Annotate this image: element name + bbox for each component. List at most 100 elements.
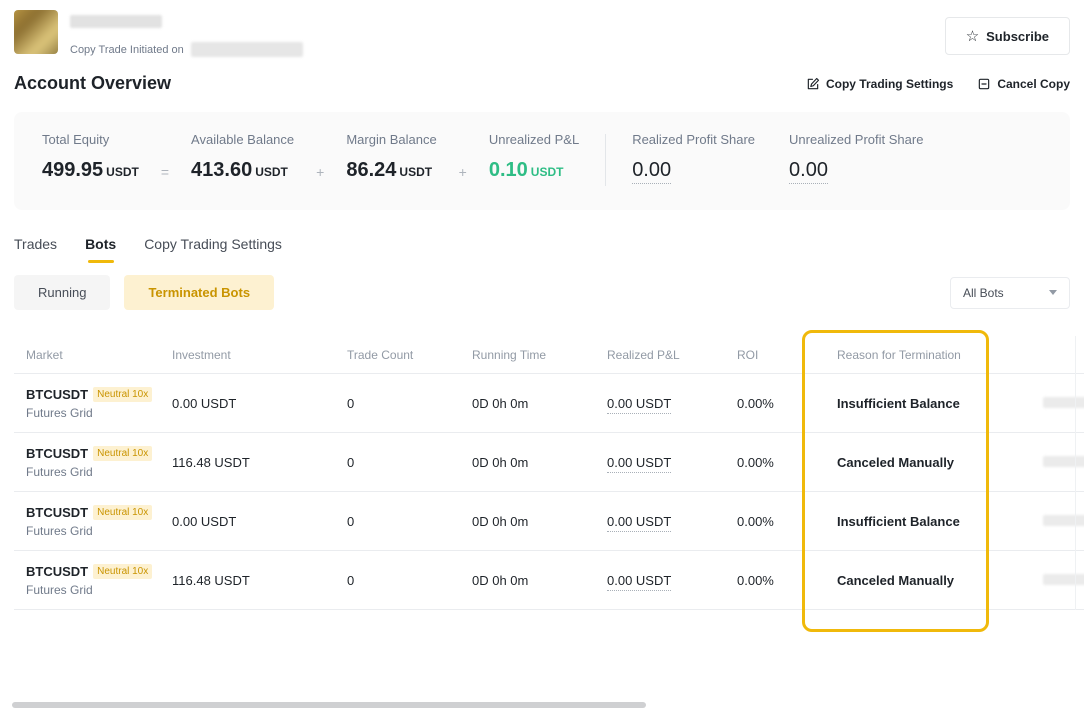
account-stats-panel: Total Equity 499.95USDT = Available Bala… xyxy=(14,112,1070,210)
leverage-badge: Neutral 10x xyxy=(93,505,152,520)
stat-label: Total Equity xyxy=(42,132,139,147)
stats-divider xyxy=(605,134,606,186)
action-cell xyxy=(1037,573,1084,588)
stat-label: Unrealized P&L xyxy=(489,132,579,147)
market-cell: BTCUSDTNeutral 10x Futures Grid xyxy=(26,387,172,420)
strategy-type: Futures Grid xyxy=(26,465,172,479)
trader-info: Copy Trade Initiated on xyxy=(14,10,303,57)
edit-icon xyxy=(806,77,820,91)
overview-actions: Copy Trading Settings Cancel Copy xyxy=(806,77,1070,91)
running-time-cell: 0D 0h 0m xyxy=(472,514,607,529)
trade-count-cell: 0 xyxy=(347,573,472,588)
stat-label: Realized Profit Share xyxy=(632,132,755,147)
copy-trade-initiated: Copy Trade Initiated on xyxy=(70,42,303,57)
stat-label: Margin Balance xyxy=(346,132,436,147)
trade-count-cell: 0 xyxy=(347,455,472,470)
termination-reason-cell: Canceled Manually xyxy=(837,573,1037,588)
action-redacted[interactable] xyxy=(1043,515,1084,526)
copy-trading-settings-link[interactable]: Copy Trading Settings xyxy=(806,77,953,91)
stat-unrealized-pnl: Unrealized P&L 0.10USDT xyxy=(489,132,579,182)
market-pair: BTCUSDT xyxy=(26,446,88,461)
trade-count-cell: 0 xyxy=(347,396,472,411)
star-icon: ☆ xyxy=(966,27,979,45)
running-time-cell: 0D 0h 0m xyxy=(472,396,607,411)
leverage-badge: Neutral 10x xyxy=(93,446,152,461)
action-cell xyxy=(1037,514,1084,529)
strategy-type: Futures Grid xyxy=(26,583,172,597)
table-row: BTCUSDTNeutral 10x Futures Grid 0.00 USD… xyxy=(14,374,1084,433)
plus-operator: + xyxy=(459,164,467,180)
running-time-cell: 0D 0h 0m xyxy=(472,455,607,470)
copy-trading-page: Copy Trade Initiated on ☆ Subscribe Acco… xyxy=(0,0,1084,726)
subscribe-label: Subscribe xyxy=(986,29,1049,44)
col-header-market: Market xyxy=(26,348,172,362)
stat-value: 499.95USDT xyxy=(42,159,139,182)
plus-operator: + xyxy=(316,164,324,180)
stat-value: 86.24USDT xyxy=(346,159,436,182)
market-pair: BTCUSDT xyxy=(26,387,88,402)
cancel-copy-link[interactable]: Cancel Copy xyxy=(977,77,1070,91)
market-cell: BTCUSDT Neutral 10x Futures Grid xyxy=(26,446,172,479)
unit-label: USDT xyxy=(106,165,139,179)
trade-count-cell: 0 xyxy=(347,514,472,529)
col-header-roi: ROI xyxy=(737,348,837,362)
table-row: BTCUSDT Neutral 10x Futures Grid 116.48 U… xyxy=(14,433,1084,492)
action-redacted[interactable] xyxy=(1043,574,1084,585)
trader-meta: Copy Trade Initiated on xyxy=(70,10,303,57)
unit-label: USDT xyxy=(531,165,564,179)
table-row: BTCUSDTNeutral 10x Futures Grid 116.48 U… xyxy=(14,551,1084,610)
running-time-cell: 0D 0h 0m xyxy=(472,573,607,588)
running-filter-button[interactable]: Running xyxy=(14,275,110,310)
investment-cell: 116.48 USDT xyxy=(172,573,347,588)
stat-margin-balance: Margin Balance 86.24USDT xyxy=(346,132,436,182)
initiated-date-redacted xyxy=(191,42,303,57)
horizontal-scrollbar-thumb[interactable] xyxy=(12,702,646,708)
market-cell: BTCUSDTNeutral 10x Futures Grid xyxy=(26,564,172,597)
strategy-type: Futures Grid xyxy=(26,524,172,538)
unit-label: USDT xyxy=(255,165,288,179)
tab-bots[interactable]: Bots xyxy=(85,236,116,263)
roi-cell: 0.00% xyxy=(737,396,837,411)
stat-value: 0.10USDT xyxy=(489,159,579,182)
market-pair: BTCUSDT xyxy=(26,505,88,520)
stat-value: 0.00 xyxy=(632,159,755,182)
stat-label: Available Balance xyxy=(191,132,294,147)
all-bots-dropdown-value: All Bots xyxy=(963,286,1004,300)
subscribe-button[interactable]: ☆ Subscribe xyxy=(945,17,1070,55)
minus-square-icon xyxy=(977,77,991,91)
page-title: Account Overview xyxy=(14,73,171,94)
investment-cell: 0.00 USDT xyxy=(172,514,347,529)
col-header-trade-count: Trade Count xyxy=(347,348,472,362)
stat-total-equity: Total Equity 499.95USDT xyxy=(42,132,139,182)
strategy-type: Futures Grid xyxy=(26,406,172,420)
roi-cell: 0.00% xyxy=(737,573,837,588)
unit-label: USDT xyxy=(399,165,432,179)
action-cell xyxy=(1037,455,1084,470)
realized-pnl-cell: 0.00 USDT xyxy=(607,514,737,529)
investment-cell: 0.00 USDT xyxy=(172,396,347,411)
termination-reason-cell: Canceled Manually xyxy=(837,455,1037,470)
realized-pnl-cell: 0.00 USDT xyxy=(607,396,737,411)
termination-reason-cell: Insufficient Balance xyxy=(837,514,1037,529)
pinned-column-divider xyxy=(1075,336,1076,610)
col-header-realized-pnl: Realized P&L xyxy=(607,348,737,362)
copy-trading-settings-label: Copy Trading Settings xyxy=(826,77,953,91)
tab-copy-trading-settings[interactable]: Copy Trading Settings xyxy=(144,236,282,263)
investment-cell: 116.48 USDT xyxy=(172,455,347,470)
cancel-copy-label: Cancel Copy xyxy=(997,77,1070,91)
all-bots-dropdown[interactable]: All Bots xyxy=(950,277,1070,309)
roi-cell: 0.00% xyxy=(737,514,837,529)
trader-name-redacted xyxy=(70,15,162,28)
col-header-reason: Reason for Termination xyxy=(837,348,1037,362)
tab-trades[interactable]: Trades xyxy=(14,236,57,263)
roi-cell: 0.00% xyxy=(737,455,837,470)
action-redacted[interactable] xyxy=(1043,456,1084,467)
trader-avatar xyxy=(14,10,58,54)
action-redacted[interactable] xyxy=(1043,397,1084,408)
terminated-bots-filter-button[interactable]: Terminated Bots xyxy=(124,275,274,310)
realized-pnl-cell: 0.00 USDT xyxy=(607,455,737,470)
terminated-bots-table: Market Investment Trade Count Running Ti… xyxy=(14,336,1084,610)
stat-realized-profit-share: Realized Profit Share 0.00 xyxy=(632,132,755,182)
chevron-down-icon xyxy=(1049,290,1057,295)
table-row: BTCUSDT Neutral 10x Futures Grid 0.00 USD… xyxy=(14,492,1084,551)
